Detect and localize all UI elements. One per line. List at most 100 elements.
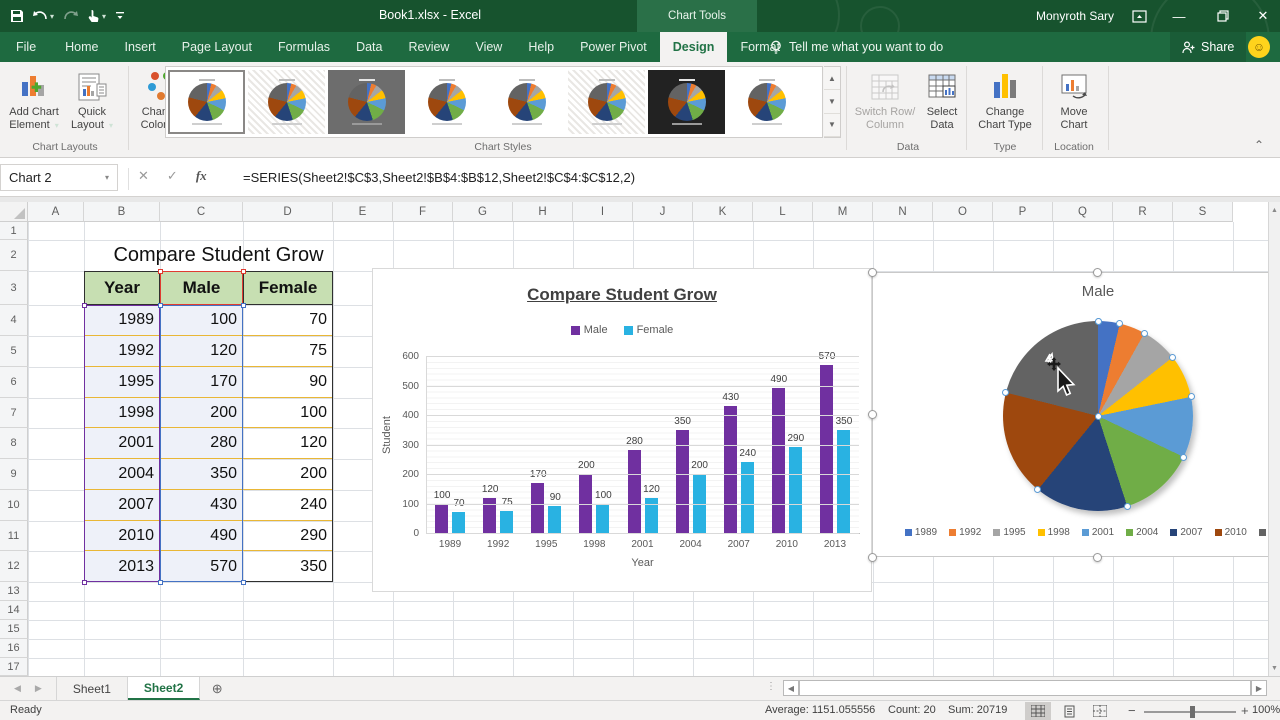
normal-view-icon[interactable] xyxy=(1025,702,1051,720)
close-button[interactable]: ✕ xyxy=(1246,0,1280,32)
bar-male-1995[interactable] xyxy=(531,483,544,533)
column-header-E[interactable]: E xyxy=(333,202,393,222)
tab-power-pivot[interactable]: Power Pivot xyxy=(567,32,660,62)
table-cell[interactable]: 200 xyxy=(160,398,243,428)
tell-me-box[interactable]: Tell me what you want to do xyxy=(770,32,943,62)
tab-data[interactable]: Data xyxy=(343,32,395,62)
gallery-up-icon[interactable]: ▲ xyxy=(824,67,840,90)
table-header-male[interactable]: Male xyxy=(160,271,243,305)
chart-style-thumbnail-8[interactable] xyxy=(728,70,805,134)
row-header-2[interactable]: 2 xyxy=(0,240,28,271)
table-cell[interactable]: 2004 xyxy=(84,459,160,490)
row-header-11[interactable]: 11 xyxy=(0,521,28,551)
add-chart-element-button[interactable]: Add Chart Element ▾ xyxy=(6,68,62,132)
sheet-prev-icon[interactable]: ◀ xyxy=(14,683,21,694)
bar-male-2007[interactable] xyxy=(724,406,737,533)
bar-female-1989[interactable] xyxy=(452,512,465,533)
slice-handle[interactable] xyxy=(1169,354,1176,361)
slice-handle[interactable] xyxy=(1188,393,1195,400)
row-header-10[interactable]: 10 xyxy=(0,490,28,521)
tab-insert[interactable]: Insert xyxy=(112,32,169,62)
row-header-12[interactable]: 12 xyxy=(0,551,28,582)
name-box[interactable]: Chart 2 ▾ xyxy=(0,164,118,191)
column-header-A[interactable]: A xyxy=(28,202,84,222)
hscroll-right-icon[interactable]: ▶ xyxy=(1251,680,1267,696)
row-header-1[interactable]: 1 xyxy=(0,222,28,240)
sheet-next-icon[interactable]: ▶ xyxy=(35,683,42,694)
minimize-button[interactable]: — xyxy=(1162,0,1196,32)
chart-style-thumbnail-3[interactable] xyxy=(328,70,405,134)
horizontal-scrollbar[interactable]: ◀ ▶ xyxy=(783,680,1267,696)
row-header-9[interactable]: 9 xyxy=(0,459,28,490)
chart-style-thumbnail-5[interactable] xyxy=(488,70,565,134)
table-cell[interactable]: 280 xyxy=(160,428,243,459)
zoom-in-icon[interactable]: + xyxy=(1241,703,1249,718)
column-header-B[interactable]: B xyxy=(84,202,160,222)
row-header-3[interactable]: 3 xyxy=(0,271,28,305)
table-header-year[interactable]: Year xyxy=(84,271,160,305)
chart-style-thumbnail-6[interactable] xyxy=(568,70,645,134)
scroll-down-icon[interactable]: ▼ xyxy=(1269,661,1280,675)
chart-frame-handle[interactable] xyxy=(868,410,877,419)
row-header-7[interactable]: 7 xyxy=(0,398,28,428)
zoom-percentage[interactable]: 100% xyxy=(1252,704,1280,716)
table-cell[interactable]: 75 xyxy=(243,336,333,367)
sheet-tab-sheet1[interactable]: Sheet1 xyxy=(56,677,128,700)
table-cell[interactable]: 170 xyxy=(160,367,243,398)
table-cell[interactable]: 570 xyxy=(160,551,243,582)
insert-function-icon[interactable]: fx xyxy=(196,168,207,184)
save-icon[interactable] xyxy=(10,9,24,23)
zoom-out-icon[interactable]: − xyxy=(1128,703,1136,718)
column-header-Q[interactable]: Q xyxy=(1053,202,1113,222)
zoom-slider-thumb[interactable] xyxy=(1190,706,1195,718)
row-header-15[interactable]: 15 xyxy=(0,620,28,639)
column-header-H[interactable]: H xyxy=(513,202,573,222)
chart-frame-handle[interactable] xyxy=(1093,268,1102,277)
cancel-icon[interactable]: ✕ xyxy=(138,168,149,184)
column-header-L[interactable]: L xyxy=(753,202,813,222)
chart-style-thumbnail-2[interactable] xyxy=(248,70,325,134)
table-cell[interactable]: 70 xyxy=(243,305,333,336)
slice-handle[interactable] xyxy=(1180,454,1187,461)
undo-icon[interactable]: ▾ xyxy=(33,10,54,23)
bar-female-2007[interactable] xyxy=(741,462,754,533)
share-button[interactable]: Share xyxy=(1170,32,1246,62)
pie-chart-object[interactable]: Male 19891992199519982001200420072010201… xyxy=(872,272,1280,557)
slice-handle[interactable] xyxy=(1095,413,1102,420)
touch-mode-icon[interactable]: ▾ xyxy=(87,9,106,23)
redo-icon[interactable] xyxy=(63,10,78,23)
restore-button[interactable] xyxy=(1206,0,1240,32)
gallery-more-icon[interactable]: ▼ xyxy=(824,114,840,137)
tab-formulas[interactable]: Formulas xyxy=(265,32,343,62)
collapse-ribbon-icon[interactable]: ⌃ xyxy=(1254,138,1264,152)
move-chart-button[interactable]: Move Chart xyxy=(1048,68,1100,132)
column-header-D[interactable]: D xyxy=(243,202,333,222)
column-header-J[interactable]: J xyxy=(633,202,693,222)
table-cell[interactable]: 350 xyxy=(243,551,333,582)
slice-handle[interactable] xyxy=(1141,330,1148,337)
page-layout-view-icon[interactable] xyxy=(1056,702,1082,720)
chart-style-thumbnail-4[interactable] xyxy=(408,70,485,134)
table-cell[interactable]: 2001 xyxy=(84,428,160,459)
table-cell[interactable]: 240 xyxy=(243,490,333,521)
hscroll-left-icon[interactable]: ◀ xyxy=(783,680,799,696)
bar-female-1995[interactable] xyxy=(548,506,561,533)
chart-frame-handle[interactable] xyxy=(868,268,877,277)
column-header-F[interactable]: F xyxy=(393,202,453,222)
new-sheet-button[interactable]: ⊕ xyxy=(200,677,234,700)
chart-frame-handle[interactable] xyxy=(868,553,877,562)
column-header-C[interactable]: C xyxy=(160,202,243,222)
row-header-5[interactable]: 5 xyxy=(0,336,28,367)
bar-chart-object[interactable]: Compare Student Grow MaleFemale 10070120… xyxy=(372,268,872,592)
table-cell[interactable]: 100 xyxy=(243,398,333,428)
scroll-up-icon[interactable]: ▲ xyxy=(1269,203,1280,217)
gallery-down-icon[interactable]: ▼ xyxy=(824,90,840,113)
table-cell[interactable]: 120 xyxy=(160,336,243,367)
row-header-17[interactable]: 17 xyxy=(0,658,28,676)
column-header-R[interactable]: R xyxy=(1113,202,1173,222)
bar-female-1998[interactable] xyxy=(596,504,609,534)
column-header-P[interactable]: P xyxy=(993,202,1053,222)
sheet-tab-sheet2[interactable]: Sheet2 xyxy=(128,677,200,700)
page-break-view-icon[interactable] xyxy=(1087,702,1113,720)
chart-frame-handle[interactable] xyxy=(1093,553,1102,562)
